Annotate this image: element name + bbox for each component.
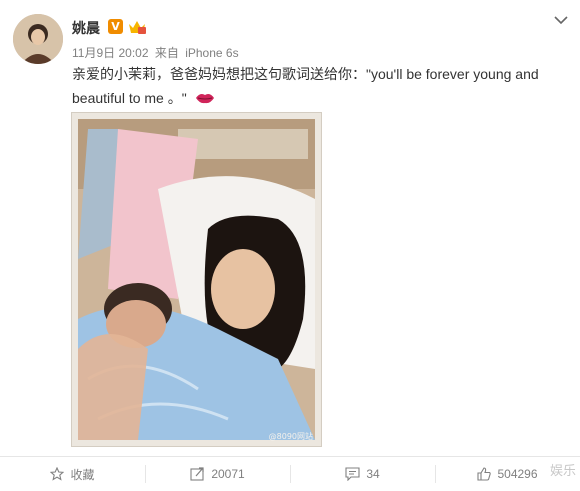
source-prefix: 来自	[154, 46, 179, 60]
post-source[interactable]: iPhone 6s	[185, 46, 238, 60]
repost-icon	[190, 467, 204, 481]
post-text: 亲爱的小茉莉，爸爸妈妈想把这句歌词送给你："you'll be forever …	[72, 66, 539, 106]
favorite-label: 收藏	[70, 467, 95, 482]
post-meta: 11月9日 20:02 来自 iPhone 6s	[72, 44, 242, 61]
repost-button[interactable]: 20071	[145, 457, 290, 491]
repost-count: 20071	[211, 467, 245, 481]
chevron-down-icon[interactable]	[554, 12, 568, 25]
comment-count: 34	[366, 467, 380, 481]
post-date[interactable]: 11月9日 20:02	[72, 46, 149, 60]
avatar[interactable]	[13, 14, 63, 64]
author-name[interactable]: 姚晨	[72, 18, 100, 38]
like-count: 504296	[497, 467, 538, 481]
photo-watermark: @8090网站	[268, 432, 313, 441]
action-bar: 收藏 20071 34 504296	[0, 457, 580, 491]
star-icon	[50, 467, 65, 481]
like-button[interactable]: 504296	[435, 457, 580, 491]
vip-badge-icon: V	[108, 19, 123, 34]
member-crown-icon	[127, 18, 147, 35]
like-icon	[477, 467, 492, 481]
comment-button[interactable]: 34	[290, 457, 435, 491]
lips-emoji-icon	[195, 87, 215, 111]
comment-icon	[345, 467, 360, 481]
post-photo[interactable]: @8090网站	[72, 113, 321, 446]
post-text-block: 亲爱的小茉莉，爸爸妈妈想把这句歌词送给你："you'll be forever …	[72, 62, 562, 111]
favorite-button[interactable]: 收藏	[0, 457, 145, 491]
